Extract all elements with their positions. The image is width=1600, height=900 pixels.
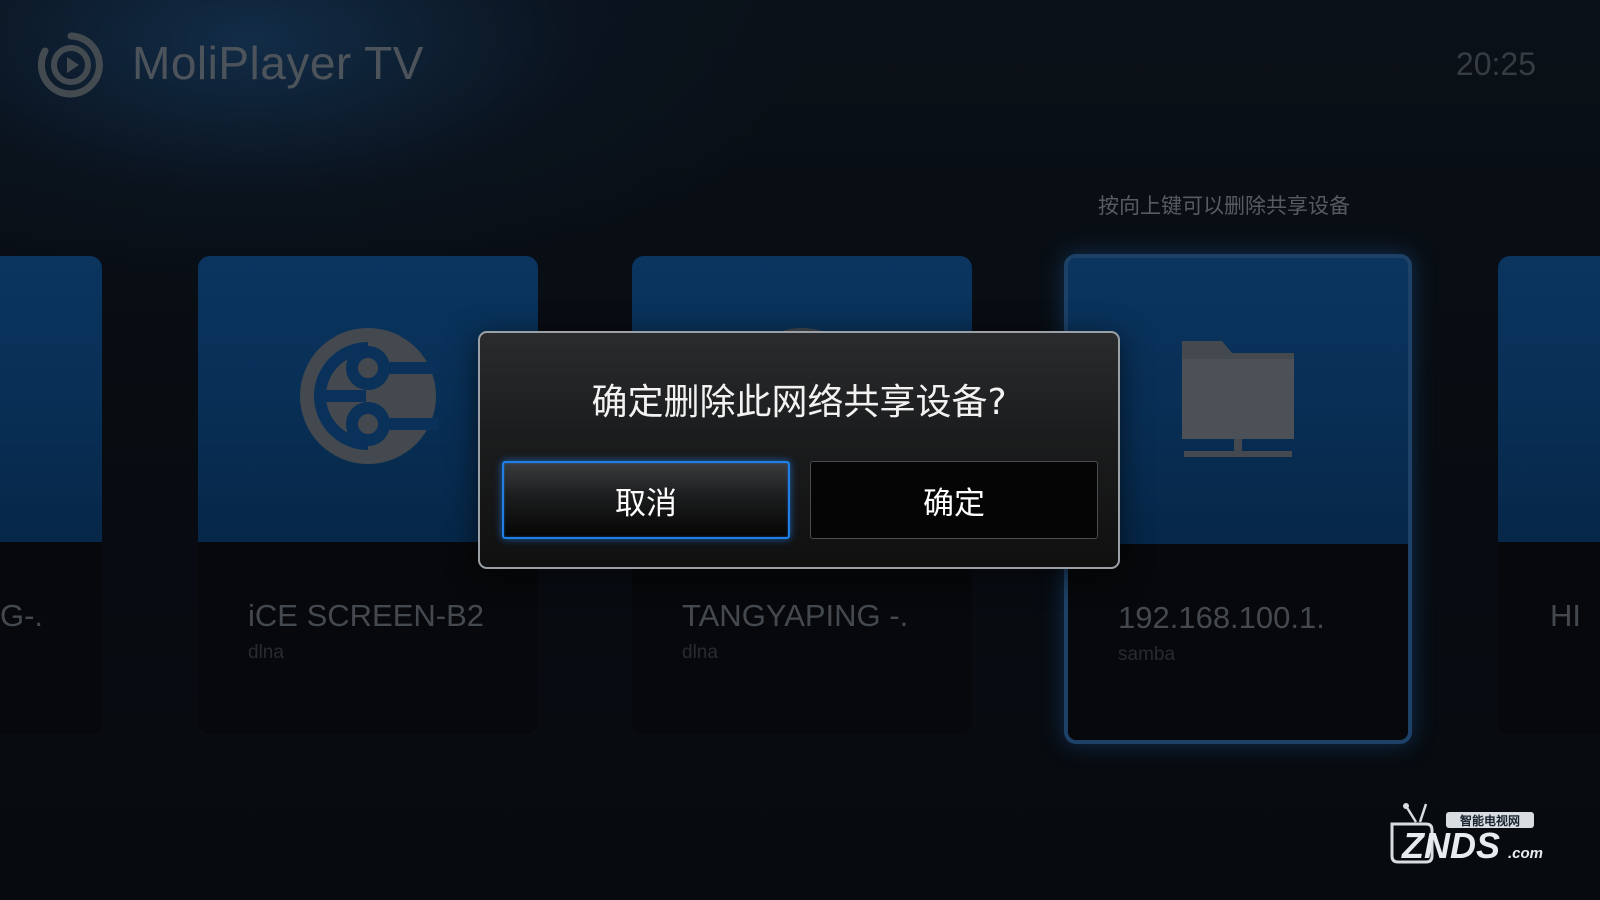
moliplayer-screen: MoliPlayer TV 20:25 按向上键可以删除共享设备 G-. iCE…	[0, 0, 1600, 900]
svg-text:ZNDS: ZNDS	[1401, 825, 1500, 866]
dialog-title: 确定删除此网络共享设备?	[591, 382, 1007, 423]
cancel-button[interactable]: 取消	[502, 461, 790, 539]
confirm-button[interactable]: 确定	[810, 461, 1098, 539]
delete-confirm-dialog: 确定删除此网络共享设备? 取消 确定	[478, 331, 1120, 569]
znds-watermark-logo: 智能电视网 ZNDS .com	[1390, 803, 1543, 866]
svg-text:.com: .com	[1508, 845, 1543, 862]
